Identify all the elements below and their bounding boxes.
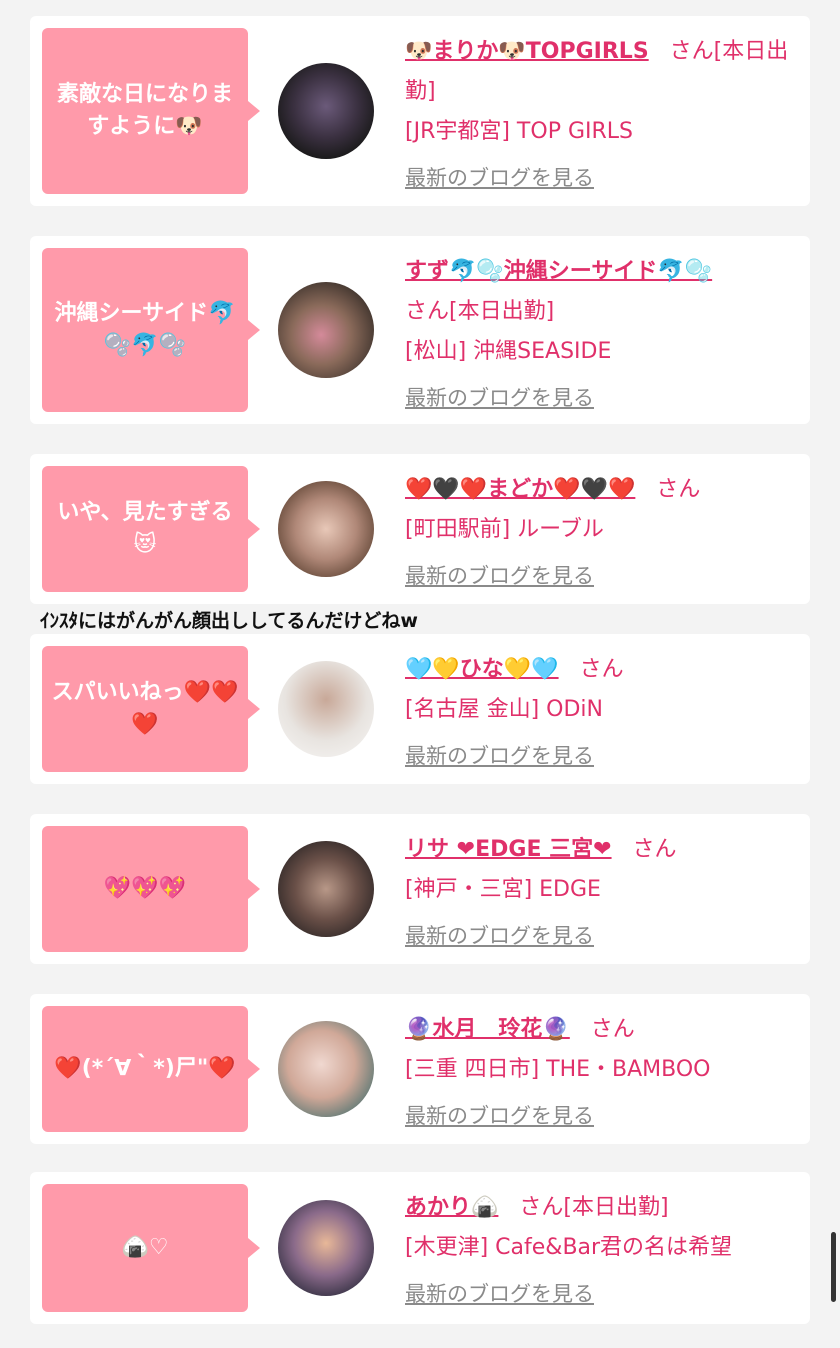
latest-blog-link[interactable]: 最新のブログを見る	[405, 556, 594, 596]
scrollbar[interactable]	[831, 1232, 836, 1302]
shop-label: [松山] 沖縄SEASIDE	[405, 339, 612, 364]
shop-label: [JR宇都宮] TOP GIRLS	[405, 119, 633, 144]
name-suffix: さん[本日出勤]	[405, 299, 555, 324]
shop-label: [町田駅前] ルーブル	[405, 517, 604, 542]
message-bubble: ❤️(*´∀｀*)尸"❤️	[42, 1006, 260, 1132]
girl-name-link[interactable]: リサ ❤EDGE 三宮❤	[405, 837, 612, 862]
message-bubble: 沖縄シーサイド🐬🫧🐬🫧	[42, 248, 260, 412]
latest-blog-link[interactable]: 最新のブログを見る	[405, 916, 594, 956]
latest-blog-link[interactable]: 最新のブログを見る	[405, 378, 594, 418]
avatar[interactable]	[278, 1200, 374, 1296]
girl-name-link[interactable]: 🩵💛ひな💛🩵	[405, 657, 559, 682]
girl-name-link[interactable]: 🐶まりか🐶TOPGIRLS	[405, 39, 649, 64]
latest-blog-link[interactable]: 最新のブログを見る	[405, 1274, 594, 1314]
message-bubble: スパいいねっ❤️❤️❤️	[42, 646, 260, 772]
name-suffix: さん	[632, 837, 677, 862]
list-item: 💖💖💖 リサ ❤EDGE 三宮❤ さん [神戸・三宮] EDGE 最新のブログを…	[30, 814, 810, 964]
avatar[interactable]	[278, 661, 374, 757]
name-suffix: さん	[579, 657, 624, 682]
avatar[interactable]	[278, 282, 374, 378]
name-suffix: さん	[656, 477, 701, 502]
list-item: 素敵な日になりますように🐶 🐶まりか🐶TOPGIRLS さん[本日出勤] [JR…	[30, 16, 810, 206]
name-suffix: さん[本日出勤]	[519, 1195, 669, 1220]
list-item: ❤️(*´∀｀*)尸"❤️ 🔮水月 玲花🔮 さん [三重 四日市] THE・BA…	[30, 994, 810, 1144]
avatar[interactable]	[278, 63, 374, 159]
message-bubble: 💖💖💖	[42, 826, 260, 952]
girl-name-link[interactable]: ❤️🖤❤️まどか❤️🖤❤️	[405, 477, 635, 502]
list-item: 🍙♡ あかり🍙 さん[本日出勤] [木更津] Cafe&Bar君の名は希望 最新…	[30, 1172, 810, 1324]
latest-blog-link[interactable]: 最新のブログを見る	[405, 158, 594, 198]
message-bubble: 🍙♡	[42, 1184, 260, 1312]
shop-label: [神戸・三宮] EDGE	[405, 877, 601, 902]
avatar[interactable]	[278, 481, 374, 577]
shop-label: [三重 四日市] THE・BAMBOO	[405, 1057, 711, 1082]
shop-label: [木更津] Cafe&Bar君の名は希望	[405, 1235, 733, 1260]
avatar[interactable]	[278, 1021, 374, 1117]
girl-name-link[interactable]: 🔮水月 玲花🔮	[405, 1017, 570, 1042]
overlay-caption: ｲﾝｽﾀにはがんがん顔出ししてるんだけどねw	[40, 610, 418, 632]
list-item: いや、見たすぎる😻 ❤️🖤❤️まどか❤️🖤❤️ さん [町田駅前] ルーブル 最…	[30, 454, 810, 604]
avatar[interactable]	[278, 841, 374, 937]
latest-blog-link[interactable]: 最新のブログを見る	[405, 736, 594, 776]
girl-name-link[interactable]: あかり🍙	[405, 1195, 498, 1220]
message-bubble: 素敵な日になりますように🐶	[42, 28, 260, 194]
message-bubble: いや、見たすぎる😻	[42, 466, 260, 592]
list-item: 沖縄シーサイド🐬🫧🐬🫧 すず🐬🫧沖縄シーサイド🐬🫧 さん[本日出勤] [松山] …	[30, 236, 810, 424]
name-suffix: さん	[590, 1017, 635, 1042]
girl-name-link[interactable]: すず🐬🫧沖縄シーサイド🐬🫧	[405, 259, 712, 284]
latest-blog-link[interactable]: 最新のブログを見る	[405, 1096, 594, 1136]
shop-label: [名古屋 金山] ODiN	[405, 697, 603, 722]
list-item: スパいいねっ❤️❤️❤️ 🩵💛ひな💛🩵 さん [名古屋 金山] ODiN 最新の…	[30, 634, 810, 784]
